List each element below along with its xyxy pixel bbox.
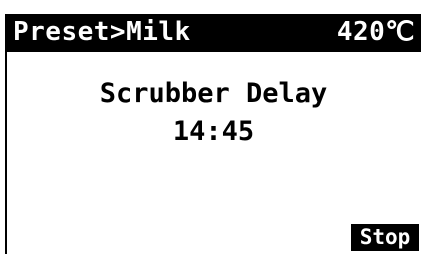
temperature-readout: 420℃ [336,17,415,47]
parameter-label: Scrubber Delay [99,78,328,109]
menu-breadcrumb: Preset>Milk [13,17,191,47]
parameter-value[interactable]: 14:45 [0,116,427,148]
stop-button[interactable]: Stop [351,224,419,251]
controller-display: Preset>Milk 420℃ Scrubber Delay 14:45 St… [0,0,427,254]
header-bar: Preset>Milk 420℃ [5,14,421,52]
